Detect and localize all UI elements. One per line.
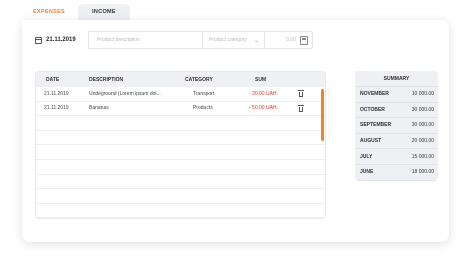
trash-icon [298, 90, 304, 98]
calculator-icon[interactable] [300, 35, 308, 45]
expenses-table: DATE DESCRIPTION CATEGORY SUM 21.11.2019… [35, 71, 326, 219]
row-description: Bananas [89, 105, 109, 112]
summary-value: 30 000.00 [411, 106, 434, 113]
sum-input[interactable]: 0.00 [265, 32, 312, 48]
row-sum: - 30.00 UAH. [249, 90, 278, 97]
category-placeholder: Product category [209, 37, 247, 43]
summary-row: JUNE 18 000.00 [355, 165, 438, 181]
empty-row [36, 145, 325, 160]
row-date: 21.11.2019 [44, 105, 69, 112]
tab-expenses[interactable]: EXPENSES [22, 4, 76, 20]
chevron-down-icon: ⌄ [253, 37, 259, 44]
date-value: 21.11.2019 [46, 37, 76, 43]
description-input[interactable]: Product description [89, 32, 203, 48]
header-date: DATE [46, 76, 60, 83]
header-category: CATEGORY [185, 76, 213, 83]
delete-button[interactable] [293, 90, 309, 98]
empty-row [36, 116, 325, 131]
summary-row: NOVEMBER 10 000.00 [355, 87, 438, 103]
summary-row: JULY 15 000.00 [355, 149, 438, 165]
empty-row [36, 131, 325, 146]
summary-row: OCTOBER 30 000.00 [355, 103, 438, 119]
summary-month: SEPTEMBER [360, 122, 392, 129]
row-description: Undeground (Lorem ipsum dol... [89, 90, 161, 97]
summary-row: SEPTEMBER 30 000.00 [355, 118, 438, 134]
empty-row [36, 175, 325, 190]
empty-row [36, 189, 325, 204]
row-date: 21.11.2019 [44, 90, 69, 97]
empty-row [36, 160, 325, 175]
sum-placeholder: 0.00 [286, 37, 296, 43]
calendar-icon [35, 36, 42, 44]
header-sum: SUM [255, 76, 267, 83]
add-expense-form: Product description Product category ⌄ 0… [88, 31, 313, 49]
empty-row [36, 204, 325, 218]
summary-month: JUNE [360, 169, 374, 176]
table-row: 21.11.2019 Bananas Products - 50.00 UAH. [36, 102, 325, 117]
summary-month: JULY [360, 153, 373, 160]
row-category: Products [193, 105, 213, 112]
summary-month: OCTOBER [360, 106, 385, 113]
delete-button[interactable] [293, 104, 309, 112]
summary-value: 15 000.00 [411, 153, 434, 160]
table-row: 21.11.2019 Undeground (Lorem ipsum dol..… [36, 87, 325, 102]
summary-row: AUGUST 20 000.00 [355, 134, 438, 150]
tab-income[interactable]: INCOME [78, 4, 130, 20]
summary-month: NOVEMBER [360, 91, 389, 98]
description-placeholder: Product description [97, 37, 140, 43]
header-description: DESCRIPTION [89, 76, 124, 83]
row-category: Transport [193, 90, 215, 97]
summary-value: 10 000.00 [411, 91, 434, 98]
table-scrollbar[interactable] [321, 89, 324, 141]
row-sum: - 50.00 UAH. [249, 105, 278, 112]
summary-panel: SUMMARY NOVEMBER 10 000.00 OCTOBER 30 00… [355, 71, 438, 181]
summary-value: 20 000.00 [411, 138, 434, 145]
category-select[interactable]: Product category ⌄ [203, 32, 265, 48]
summary-value: 18 000.00 [411, 169, 434, 176]
trash-icon [298, 104, 304, 112]
summary-title: SUMMARY [355, 71, 438, 87]
summary-month: AUGUST [360, 138, 382, 145]
table-header: DATE DESCRIPTION CATEGORY SUM [36, 72, 325, 87]
summary-value: 30 000.00 [411, 122, 434, 129]
date-picker[interactable]: 21.11.2019 [35, 34, 87, 46]
